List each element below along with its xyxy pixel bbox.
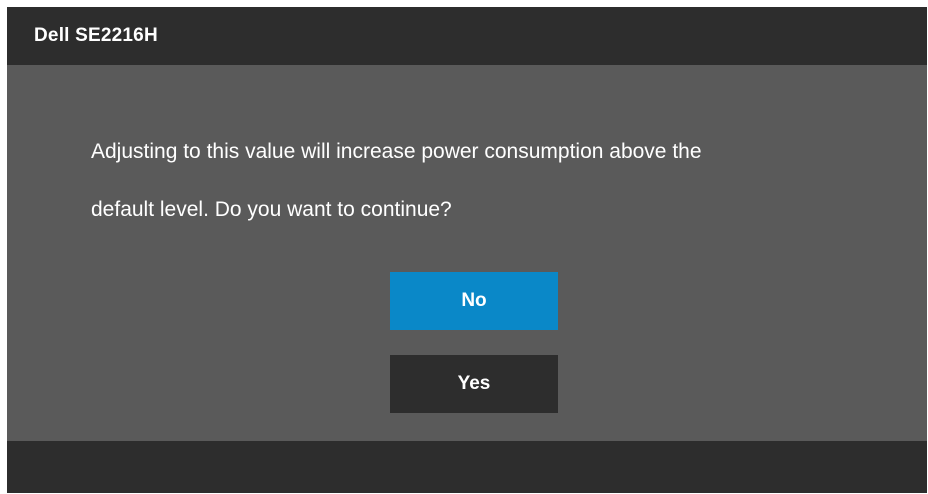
footer-bar bbox=[7, 441, 927, 493]
message-line-2: default level. Do you want to continue? bbox=[91, 198, 452, 221]
osd-dialog: Dell SE2216H Adjusting to this value wil… bbox=[7, 7, 927, 493]
no-button[interactable]: No bbox=[390, 272, 558, 330]
confirmation-message: Adjusting to this value will increase po… bbox=[91, 123, 881, 239]
message-line-1: Adjusting to this value will increase po… bbox=[91, 140, 702, 163]
title-bar: Dell SE2216H bbox=[7, 7, 927, 65]
yes-button[interactable]: Yes bbox=[390, 355, 558, 413]
monitor-model-title: Dell SE2216H bbox=[34, 25, 158, 46]
